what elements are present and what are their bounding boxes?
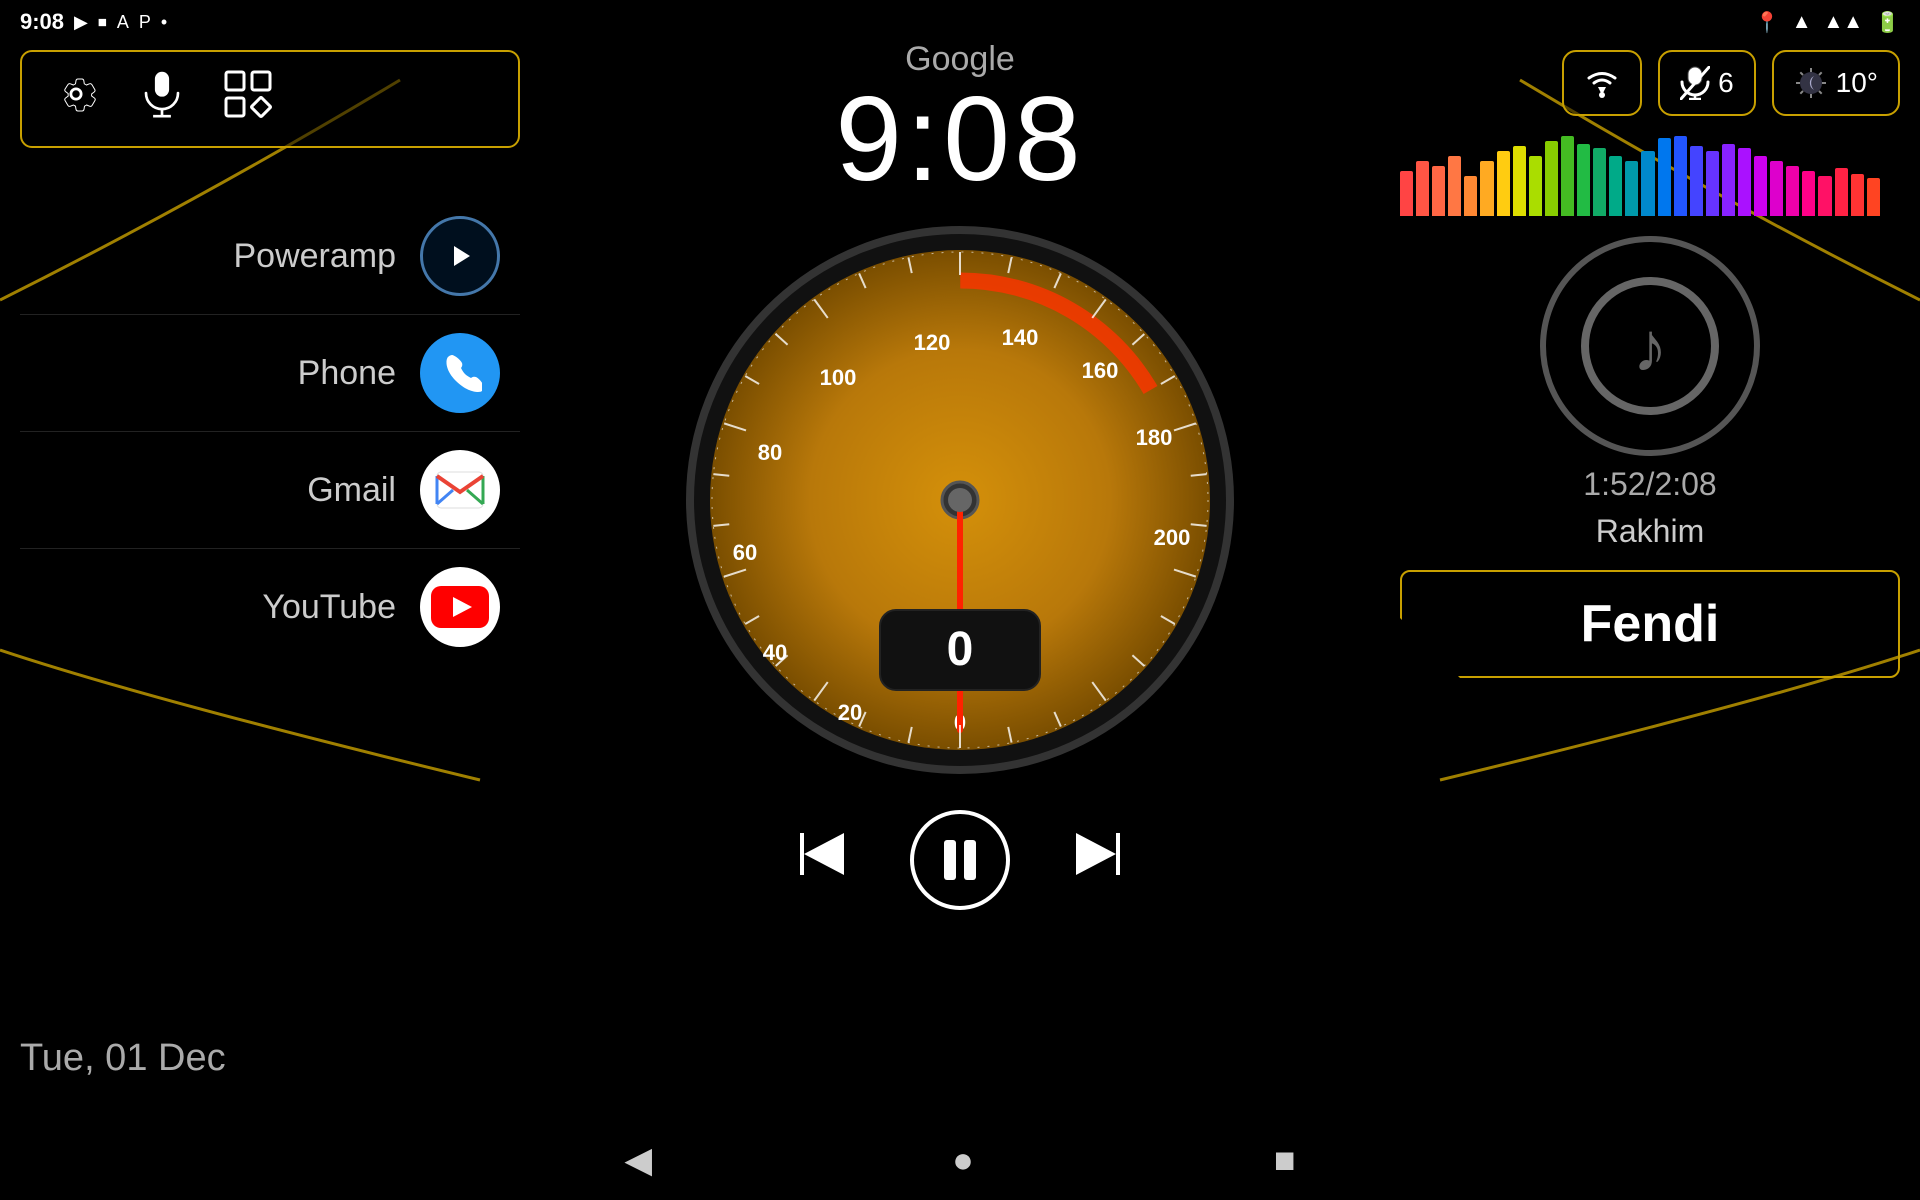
battery-icon: 🔋 bbox=[1875, 10, 1900, 35]
status-time: 9:08 bbox=[20, 9, 64, 35]
p-icon: P bbox=[139, 12, 151, 33]
settings-icon[interactable] bbox=[52, 70, 100, 128]
poweramp-label: Poweramp bbox=[233, 237, 396, 276]
date-display: Tue, 01 Dec bbox=[20, 1037, 226, 1080]
app-item-youtube[interactable]: YouTube bbox=[20, 549, 520, 665]
status-right-icons: 📍 ▲ ▲▲ 🔋 bbox=[1755, 10, 1900, 35]
music-note-circle: ♪ bbox=[1540, 236, 1760, 456]
clock-display: 9:08 bbox=[835, 79, 1085, 199]
svg-text:0: 0 bbox=[947, 623, 974, 676]
stop-icon: ⏹ bbox=[98, 12, 107, 33]
svg-text:♪: ♪ bbox=[1633, 308, 1668, 386]
mic-icon[interactable] bbox=[140, 70, 184, 128]
svg-text:140: 140 bbox=[1002, 325, 1039, 350]
a-icon: A bbox=[117, 12, 129, 33]
track-title: Fendi bbox=[1581, 595, 1720, 653]
status-left-icons: 9:08 ▶ ⏹ A P • bbox=[20, 9, 167, 35]
speedometer: 0 20 40 60 80 100 120 140 160 180 200 bbox=[680, 220, 1240, 780]
youtube-icon bbox=[420, 567, 500, 647]
app-item-gmail[interactable]: Gmail bbox=[20, 432, 520, 549]
home-button[interactable]: ● bbox=[952, 1139, 974, 1181]
gmail-icon bbox=[420, 450, 500, 530]
svg-text:80: 80 bbox=[758, 440, 782, 465]
svg-text:20: 20 bbox=[838, 700, 862, 725]
track-time: 1:52/2:08 bbox=[1400, 466, 1900, 503]
left-panel: Poweramp Phone Gmail bbox=[20, 50, 520, 665]
app-list: Poweramp Phone Gmail bbox=[20, 198, 520, 665]
phone-label: Phone bbox=[298, 354, 396, 393]
back-button[interactable]: ◀ bbox=[624, 1139, 652, 1181]
wifi-status-icon: ▲ bbox=[1792, 11, 1812, 34]
svg-text:100: 100 bbox=[820, 365, 857, 390]
right-panel: 6 10° bbox=[1400, 50, 1900, 678]
gmail-label: Gmail bbox=[307, 471, 396, 510]
mic-widget-label: 6 bbox=[1718, 67, 1734, 99]
toolbar bbox=[20, 50, 520, 148]
date-text: Tue, 01 Dec bbox=[20, 1037, 226, 1079]
svg-text:180: 180 bbox=[1136, 425, 1173, 450]
prev-button[interactable] bbox=[790, 827, 850, 893]
track-title-box: Fendi bbox=[1400, 570, 1900, 678]
phone-icon bbox=[420, 333, 500, 413]
app-item-phone[interactable]: Phone bbox=[20, 315, 520, 432]
svg-text:40: 40 bbox=[763, 640, 787, 665]
signal-icon: ▲▲ bbox=[1824, 11, 1864, 34]
play-icon: ▶ bbox=[74, 12, 88, 33]
svg-text:160: 160 bbox=[1082, 358, 1119, 383]
location-icon: 📍 bbox=[1755, 10, 1780, 35]
weather-widget[interactable]: 10° bbox=[1772, 50, 1900, 116]
svg-text:60: 60 bbox=[733, 540, 757, 565]
nav-bar: ◀ ● ■ bbox=[0, 1120, 1920, 1200]
youtube-label: YouTube bbox=[262, 588, 396, 627]
wifi-widget[interactable] bbox=[1562, 50, 1642, 116]
app-item-poweramp[interactable]: Poweramp bbox=[20, 198, 520, 315]
grid-icon[interactable] bbox=[224, 70, 276, 128]
next-button[interactable] bbox=[1070, 827, 1130, 893]
equalizer bbox=[1400, 136, 1880, 216]
mic-widget[interactable]: 6 bbox=[1658, 50, 1756, 116]
svg-text:120: 120 bbox=[914, 330, 951, 355]
status-bar: 9:08 ▶ ⏹ A P • 📍 ▲ ▲▲ 🔋 bbox=[0, 0, 1920, 44]
recent-button[interactable]: ■ bbox=[1274, 1139, 1296, 1181]
pause-icon bbox=[944, 840, 976, 880]
poweramp-icon bbox=[420, 216, 500, 296]
music-controls bbox=[680, 810, 1240, 910]
pause-button[interactable] bbox=[910, 810, 1010, 910]
widgets-row: 6 10° bbox=[1400, 50, 1900, 116]
svg-text:200: 200 bbox=[1154, 525, 1191, 550]
track-artist: Rakhim bbox=[1400, 513, 1900, 550]
dot-icon: • bbox=[161, 12, 167, 33]
weather-temp: 10° bbox=[1836, 67, 1878, 99]
